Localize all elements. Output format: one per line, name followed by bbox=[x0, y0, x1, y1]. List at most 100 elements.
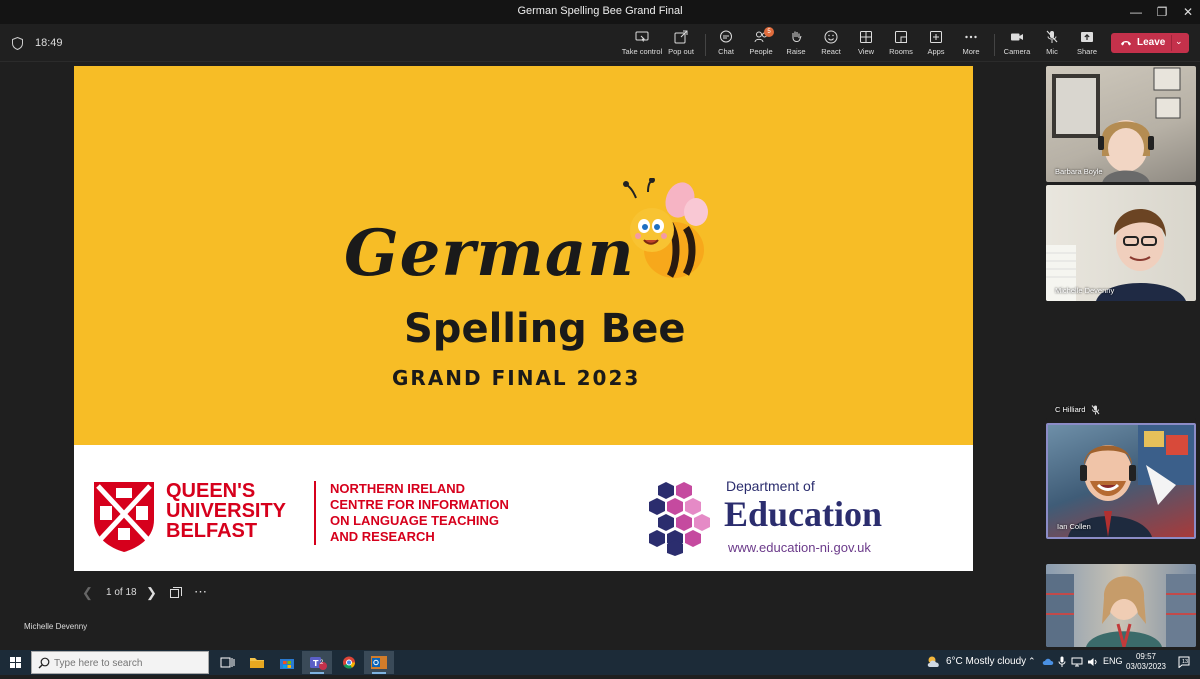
presenter-name: Michelle Devenny bbox=[24, 622, 88, 631]
share-button[interactable]: Share bbox=[1065, 30, 1109, 60]
participant-tile[interactable]: Michelle Devenny bbox=[1046, 185, 1196, 301]
svg-text:T: T bbox=[313, 659, 319, 668]
chrome-icon bbox=[343, 656, 355, 669]
cloudy-weather-icon bbox=[927, 656, 939, 667]
doe-education-text: Education bbox=[724, 494, 883, 534]
qub-line-2: UNIVERSITY bbox=[166, 500, 287, 522]
participant-tile[interactable]: C Hilliard bbox=[1046, 304, 1196, 420]
hang-up-icon bbox=[1121, 41, 1131, 46]
slide-logo-area: QUEEN'S UNIVERSITY BELFAST NORTHERN IREL… bbox=[74, 445, 973, 571]
pop-out-button[interactable]: Pop out bbox=[659, 30, 703, 60]
participant-tile-speaking[interactable]: Ian Collen bbox=[1046, 423, 1196, 539]
participant-name: Barbara Boyle bbox=[1055, 167, 1103, 176]
participant-tile[interactable] bbox=[1046, 564, 1196, 647]
participant-name: Ian Collen bbox=[1057, 522, 1091, 531]
more-button[interactable]: More bbox=[949, 30, 993, 60]
chrome-button[interactable] bbox=[334, 651, 364, 674]
nicilt-wordmark: NORTHERN IRELAND CENTRE FOR INFORMATION … bbox=[330, 481, 509, 545]
participant-video bbox=[1046, 574, 1196, 647]
shield-icon bbox=[12, 37, 23, 50]
meeting-toolbar: 18:49 Take control Pop out Chat 5 People… bbox=[0, 24, 1200, 62]
previous-slide-icon[interactable]: ❮ bbox=[82, 585, 93, 601]
logo-divider bbox=[314, 481, 316, 545]
slide-more-options-icon[interactable]: ⋯ bbox=[194, 584, 208, 600]
nicilt-line-1: NORTHERN IRELAND bbox=[330, 481, 466, 496]
speaker-icon[interactable] bbox=[1087, 657, 1099, 667]
window-titlebar: German Spelling Bee Grand Final — ❐ ✕ bbox=[0, 0, 1200, 24]
windows-start-icon[interactable] bbox=[10, 657, 21, 668]
more-label: More bbox=[962, 47, 980, 56]
leave-label: Leave bbox=[1137, 37, 1166, 48]
teams-button[interactable]: T 2 bbox=[302, 651, 332, 674]
camera-icon bbox=[1011, 33, 1023, 41]
notification-count: 13 bbox=[1182, 659, 1189, 665]
participant-video bbox=[1068, 425, 1194, 537]
people-count-badge: 5 bbox=[764, 27, 774, 37]
windows-taskbar: T 2 6°C Mostly cloudy ⌃ ENG 09:57 03/03/… bbox=[0, 650, 1200, 675]
teams-icon: T bbox=[310, 657, 327, 670]
microphone-icon[interactable] bbox=[1058, 656, 1066, 668]
take-control-label: Take control bbox=[621, 47, 663, 56]
input-language[interactable]: ENG bbox=[1103, 656, 1123, 666]
take-control-button[interactable]: Take control bbox=[620, 30, 664, 60]
nicilt-line-2: CENTRE FOR INFORMATION bbox=[330, 497, 509, 512]
task-view-button[interactable] bbox=[212, 651, 242, 674]
qub-wordmark: QUEEN'S UNIVERSITY BELFAST bbox=[166, 481, 286, 541]
teams-badge: 2 bbox=[320, 660, 324, 666]
slide-title-area: German Spelling Bee GRAND FINAL 2023 bbox=[74, 66, 973, 445]
slide-heading-german: German bbox=[344, 216, 635, 291]
pop-out-label: Pop out bbox=[668, 47, 694, 56]
slide-overview-icon[interactable] bbox=[170, 587, 182, 599]
view-icon bbox=[860, 31, 872, 43]
leave-divider bbox=[1171, 35, 1172, 51]
clock-time: 09:57 bbox=[1135, 652, 1157, 661]
nicilt-line-4: AND RESEARCH bbox=[330, 529, 435, 544]
raise-hand-icon bbox=[792, 31, 802, 42]
participant-name: Michelle Devenny bbox=[1055, 286, 1115, 295]
slide-heading-spelling-bee: Spelling Bee bbox=[404, 306, 686, 352]
store-button[interactable] bbox=[272, 651, 302, 674]
chevron-down-icon[interactable]: ⌄ bbox=[1175, 36, 1183, 47]
react-icon bbox=[824, 30, 838, 44]
chat-icon bbox=[720, 30, 732, 43]
search-input[interactable] bbox=[54, 655, 204, 671]
participant-video bbox=[1046, 208, 1186, 301]
weather-text[interactable]: 6°C Mostly cloudy bbox=[946, 656, 1026, 667]
share-icon bbox=[1081, 32, 1093, 42]
bee-icon bbox=[623, 178, 708, 278]
participant-tile[interactable]: Barbara Boyle bbox=[1046, 66, 1196, 182]
nicilt-line-3: ON LANGUAGE TEACHING bbox=[330, 513, 499, 528]
doe-hexagon-logo bbox=[649, 482, 710, 556]
participant-video bbox=[1052, 67, 1181, 182]
slide-navigation: ❮ 1 of 18 ❯ ⋯ bbox=[74, 582, 274, 604]
taskbar-clock[interactable]: 09:57 03/03/2023 bbox=[1124, 652, 1168, 672]
onedrive-icon[interactable] bbox=[1042, 657, 1054, 667]
mic-off-icon bbox=[1046, 30, 1058, 43]
task-view-icon bbox=[220, 657, 235, 668]
window-title: German Spelling Bee Grand Final bbox=[517, 5, 683, 17]
search-icon bbox=[38, 657, 50, 669]
outlook-icon bbox=[371, 656, 387, 669]
rooms-icon bbox=[895, 31, 907, 43]
outlook-button[interactable] bbox=[364, 651, 394, 674]
leave-button[interactable]: Leave ⌄ bbox=[1111, 33, 1189, 53]
store-icon bbox=[280, 659, 294, 669]
clock-date: 03/03/2023 bbox=[1125, 662, 1167, 671]
next-slide-icon[interactable]: ❯ bbox=[146, 585, 157, 601]
participant-name: C Hilliard bbox=[1055, 405, 1086, 414]
share-label: Share bbox=[1076, 47, 1097, 56]
more-icon bbox=[965, 35, 977, 39]
doe-url-text: www.education-ni.gov.uk bbox=[728, 540, 871, 555]
taskbar-search[interactable] bbox=[31, 651, 209, 674]
meeting-timer: 18:49 bbox=[35, 37, 63, 49]
doe-department-text: Department of bbox=[726, 478, 815, 494]
mic-off-icon bbox=[1091, 405, 1100, 415]
folder-icon bbox=[250, 658, 264, 668]
slide-subheading: GRAND FINAL 2023 bbox=[392, 366, 641, 390]
qub-line-1: QUEEN'S bbox=[166, 480, 256, 502]
file-explorer-button[interactable] bbox=[242, 651, 272, 674]
network-icon[interactable] bbox=[1071, 657, 1083, 667]
apps-icon bbox=[930, 31, 942, 43]
close-button[interactable]: ✕ bbox=[1173, 2, 1200, 22]
show-hidden-icons-icon[interactable]: ⌃ bbox=[1028, 656, 1036, 667]
